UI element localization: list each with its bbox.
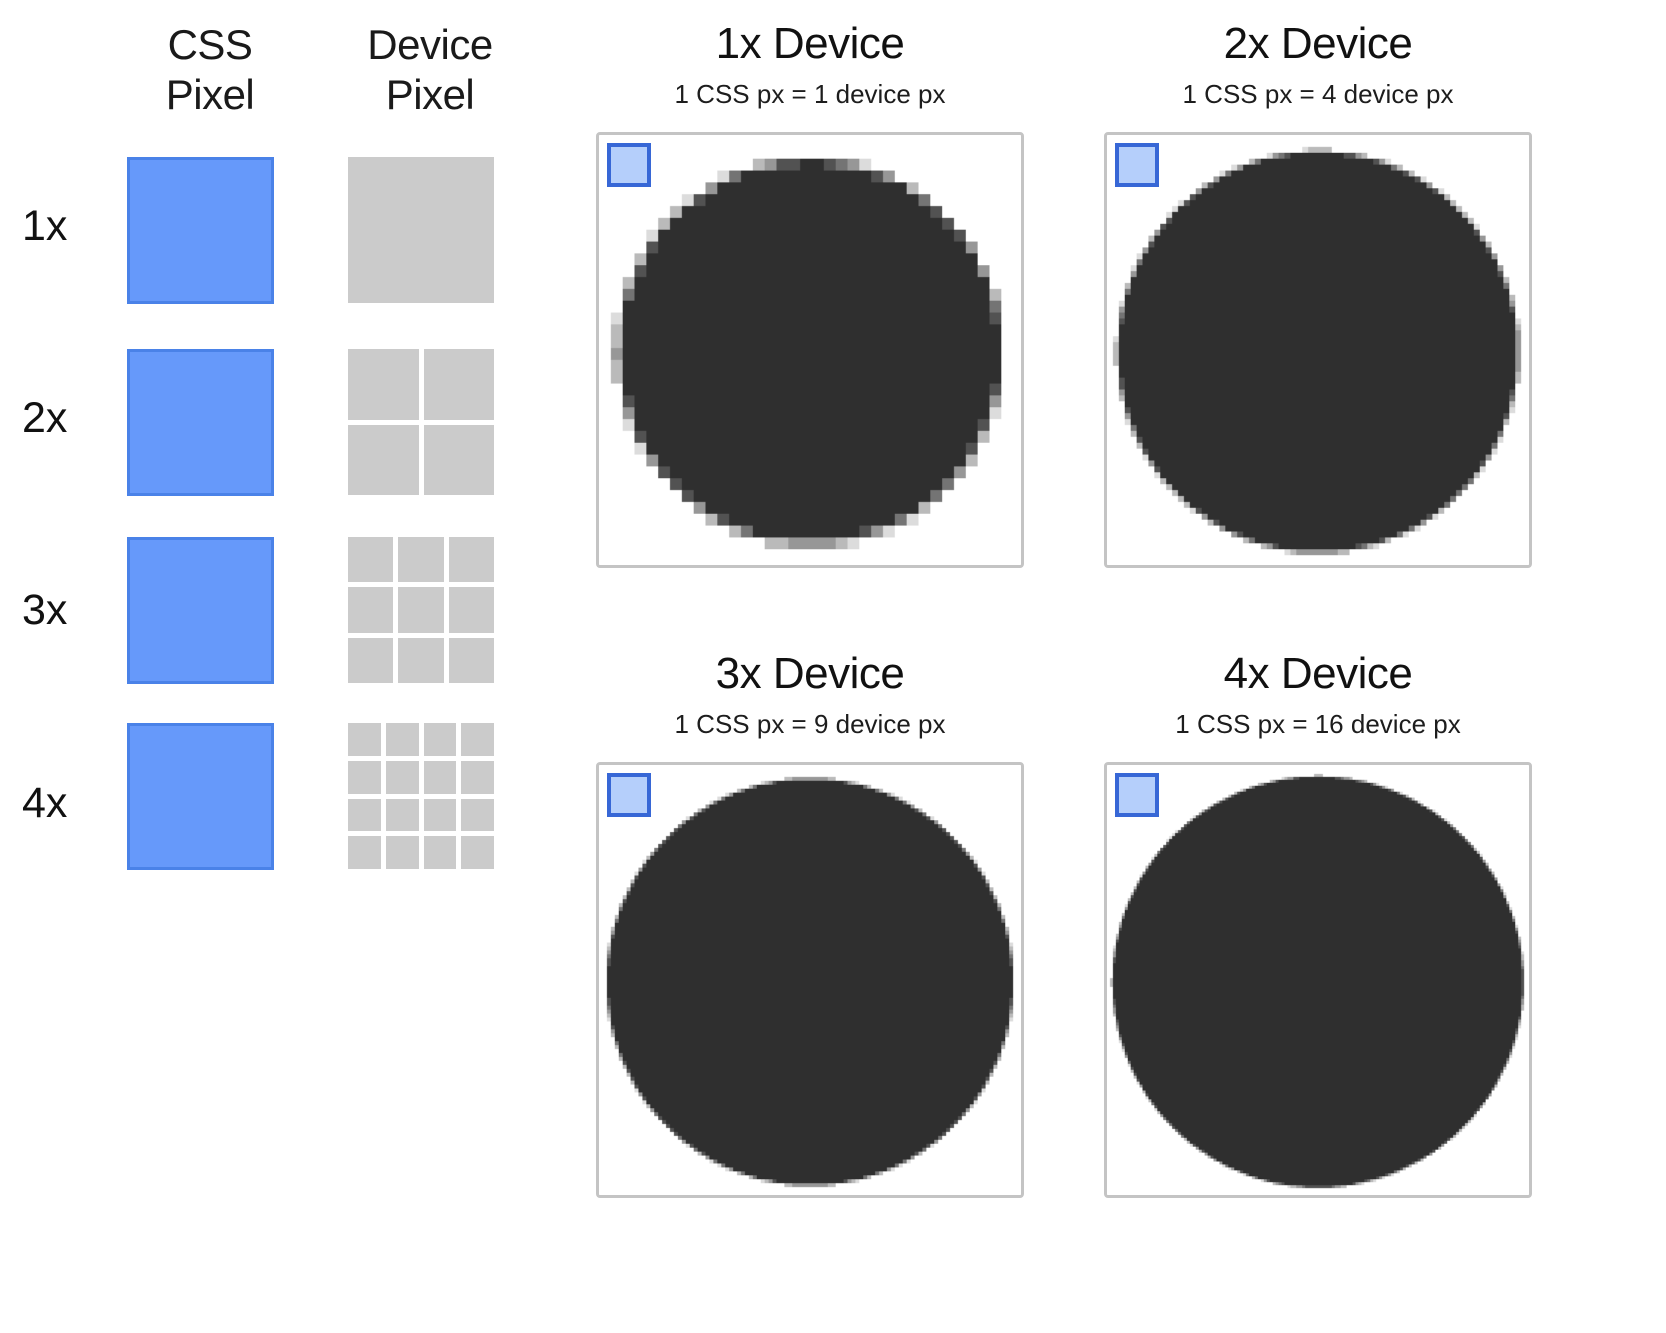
- device-pixel-cell: [348, 723, 381, 756]
- legend-row-label-1x: 1x: [22, 202, 68, 250]
- device-pixel-cell: [348, 760, 381, 794]
- device-pixel-grid-1x: [348, 157, 494, 303]
- panel-subtitle-4x: 1 CSS px = 16 device px: [1175, 709, 1461, 739]
- device-pixel-cell: [385, 760, 419, 794]
- device-pixel-cell: [423, 723, 457, 756]
- device-pixel-cell: [348, 157, 494, 303]
- device-pixel-grid-4x: [348, 723, 494, 869]
- device-pixel-cell: [461, 798, 494, 832]
- legend-header-device-line2: Pixel: [385, 71, 475, 118]
- render-surface-4x: [1104, 762, 1532, 1198]
- device-pixel-cell: [448, 637, 494, 683]
- pixelated-circle-canvas-4x: [1107, 765, 1529, 1195]
- css-pixel-square-2x: [127, 349, 274, 496]
- device-pixel-cell: [348, 537, 394, 583]
- device-pixel-cell: [348, 798, 381, 832]
- device-pixel-cell: [461, 760, 494, 794]
- device-pixel-cell: [423, 424, 494, 495]
- device-pixel-cell: [348, 349, 419, 420]
- panel-subtitle-1x: 1 CSS px = 1 device px: [674, 79, 946, 109]
- render-surface-3x: [596, 762, 1024, 1198]
- css-pixel-reference-swatch-2x: [1115, 143, 1159, 187]
- device-pixel-cell: [348, 836, 381, 869]
- device-pixel-cell: [348, 637, 394, 683]
- pixelated-circle-canvas-2x: [1107, 135, 1529, 565]
- device-pixel-cell: [448, 537, 494, 583]
- render-surface-1x: [596, 132, 1024, 568]
- panel-subtitle-2x: 1 CSS px = 4 device px: [1182, 79, 1454, 109]
- panel-subtitle-3x: 1 CSS px = 9 device px: [674, 709, 946, 739]
- device-pixel-grid-2x: [348, 349, 494, 495]
- device-pixel-cell: [398, 537, 444, 583]
- device-pixel-cell: [461, 723, 494, 756]
- legend-header-device-line1: Device: [367, 21, 493, 68]
- css-pixel-square-1x: [127, 157, 274, 304]
- panel-device-2x: 2x Device 1 CSS px = 4 device px: [1068, 18, 1568, 568]
- legend-row-label-2x: 2x: [22, 394, 68, 442]
- dpr-illustration: CSS Pixel Device Pixel 1x 2x 3x 4x 1x De…: [0, 0, 1666, 1333]
- css-pixel-reference-swatch-1x: [607, 143, 651, 187]
- legend-header-css-line1: CSS: [167, 21, 253, 68]
- legend-column: CSS Pixel Device Pixel 1x 2x 3x 4x: [0, 0, 530, 920]
- device-pixel-cell: [423, 760, 457, 794]
- device-pixel-cell: [423, 798, 457, 832]
- panel-title-1x: 1x Device: [715, 19, 905, 68]
- device-pixel-cell: [398, 587, 444, 633]
- legend-header-device-pixel: Device Pixel: [320, 20, 540, 120]
- device-pixel-cell: [385, 836, 419, 869]
- device-pixel-cell: [348, 424, 419, 495]
- device-pixel-cell: [348, 587, 394, 633]
- legend-header-css-pixel: CSS Pixel: [110, 20, 310, 120]
- panel-device-4x: 4x Device 1 CSS px = 16 device px: [1068, 648, 1568, 1198]
- css-pixel-square-3x: [127, 537, 274, 684]
- panel-title-4x: 4x Device: [1223, 649, 1413, 698]
- device-pixel-grid-3x: [348, 537, 494, 683]
- device-pixel-cell: [448, 587, 494, 633]
- render-surface-2x: [1104, 132, 1532, 568]
- legend-row-label-4x: 4x: [22, 779, 68, 827]
- css-pixel-square-4x: [127, 723, 274, 870]
- panel-device-1x: 1x Device 1 CSS px = 1 device px: [560, 18, 1060, 568]
- panel-title-2x: 2x Device: [1223, 19, 1413, 68]
- device-pixel-cell: [423, 836, 457, 869]
- pixelated-circle-canvas-1x: [599, 135, 1021, 565]
- css-pixel-reference-swatch-3x: [607, 773, 651, 817]
- device-pixel-cell: [461, 836, 494, 869]
- device-pixel-cell: [398, 637, 444, 683]
- pixelated-circle-canvas-3x: [599, 765, 1021, 1195]
- panel-title-3x: 3x Device: [715, 649, 905, 698]
- device-pixel-cell: [385, 723, 419, 756]
- css-pixel-reference-swatch-4x: [1115, 773, 1159, 817]
- device-pixel-cell: [423, 349, 494, 420]
- legend-row-label-3x: 3x: [22, 586, 68, 634]
- legend-header-css-line2: Pixel: [165, 71, 255, 118]
- panel-device-3x: 3x Device 1 CSS px = 9 device px: [560, 648, 1060, 1198]
- device-pixel-cell: [385, 798, 419, 832]
